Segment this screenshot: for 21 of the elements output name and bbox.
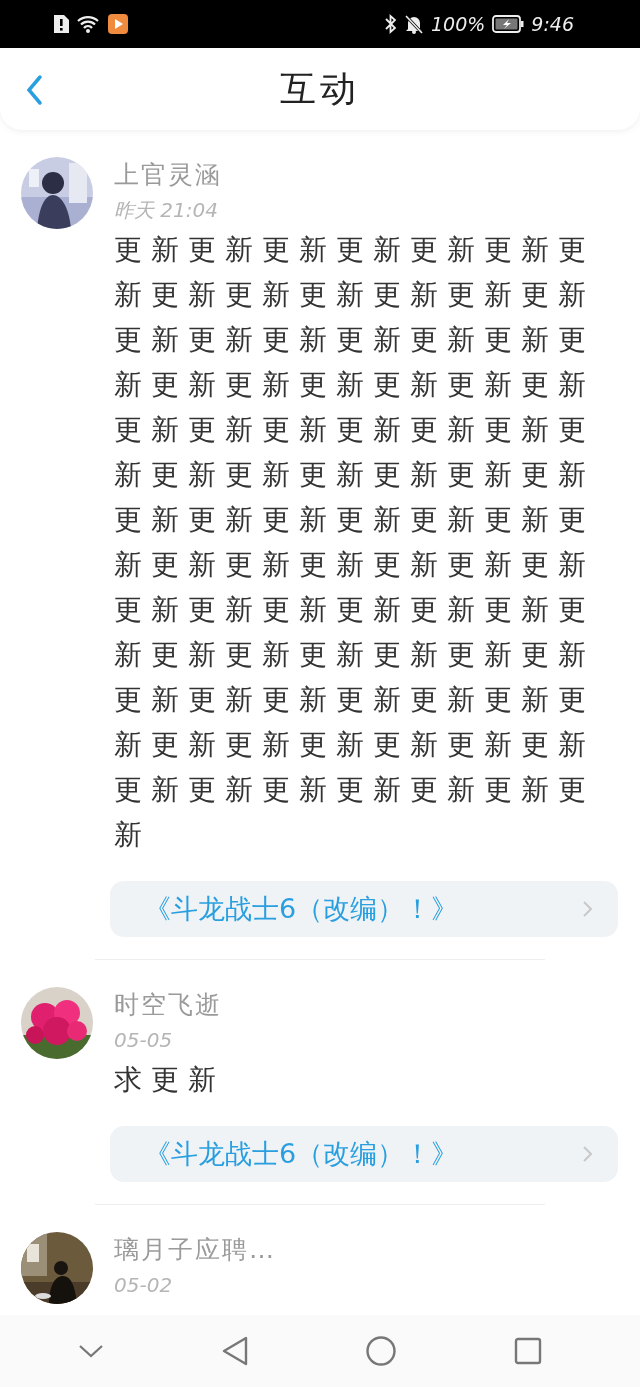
comment-time: 昨天 21:04 [114,197,219,224]
clock-time: 9:46 [531,13,574,35]
user-name: 时空飞逝 [114,989,223,1021]
wifi-icon [77,14,101,34]
book-link-button[interactable]: 《斗龙战士6（改编）！》 [110,881,618,937]
chevron-right-icon [582,1144,594,1164]
comment-text: 求更新 [114,1062,226,1098]
battery-charging-icon [492,15,525,33]
battery-percentage: 100% [431,13,486,35]
chevron-right-icon [582,899,594,919]
book-link-button[interactable]: 《斗龙战士6（改编）！》 [110,1126,618,1182]
page-title: 互动 [280,66,360,111]
comment-text: 更新更新更新更新更新更新更新更新更新更新更新更新更新更新更新更新更新更新更新更新更新更新更新更新更新更新更新更新更新更新更新更新更新更新更新更新更新更新更新更新更新更新更新更新更新更新更新更新更新更新更新更新更新更新更新更新更新更新更新更新更新更新更新更新更新更新更新更新更新更新更新更新更新更新更新更新更新更新更新更新更新更新更新更新更新 [114,232,596,853]
comment-time: 05-05 [114,1027,174,1054]
user-name: 上官灵涵 [114,159,223,191]
comment-time: 05-02 [114,1272,174,1299]
alert-sim-icon [52,14,70,34]
user-name: 璃月子应聘… [114,1234,277,1266]
muted-bell-icon [404,14,424,34]
bluetooth-icon [385,14,397,34]
video-app-icon [108,14,128,34]
